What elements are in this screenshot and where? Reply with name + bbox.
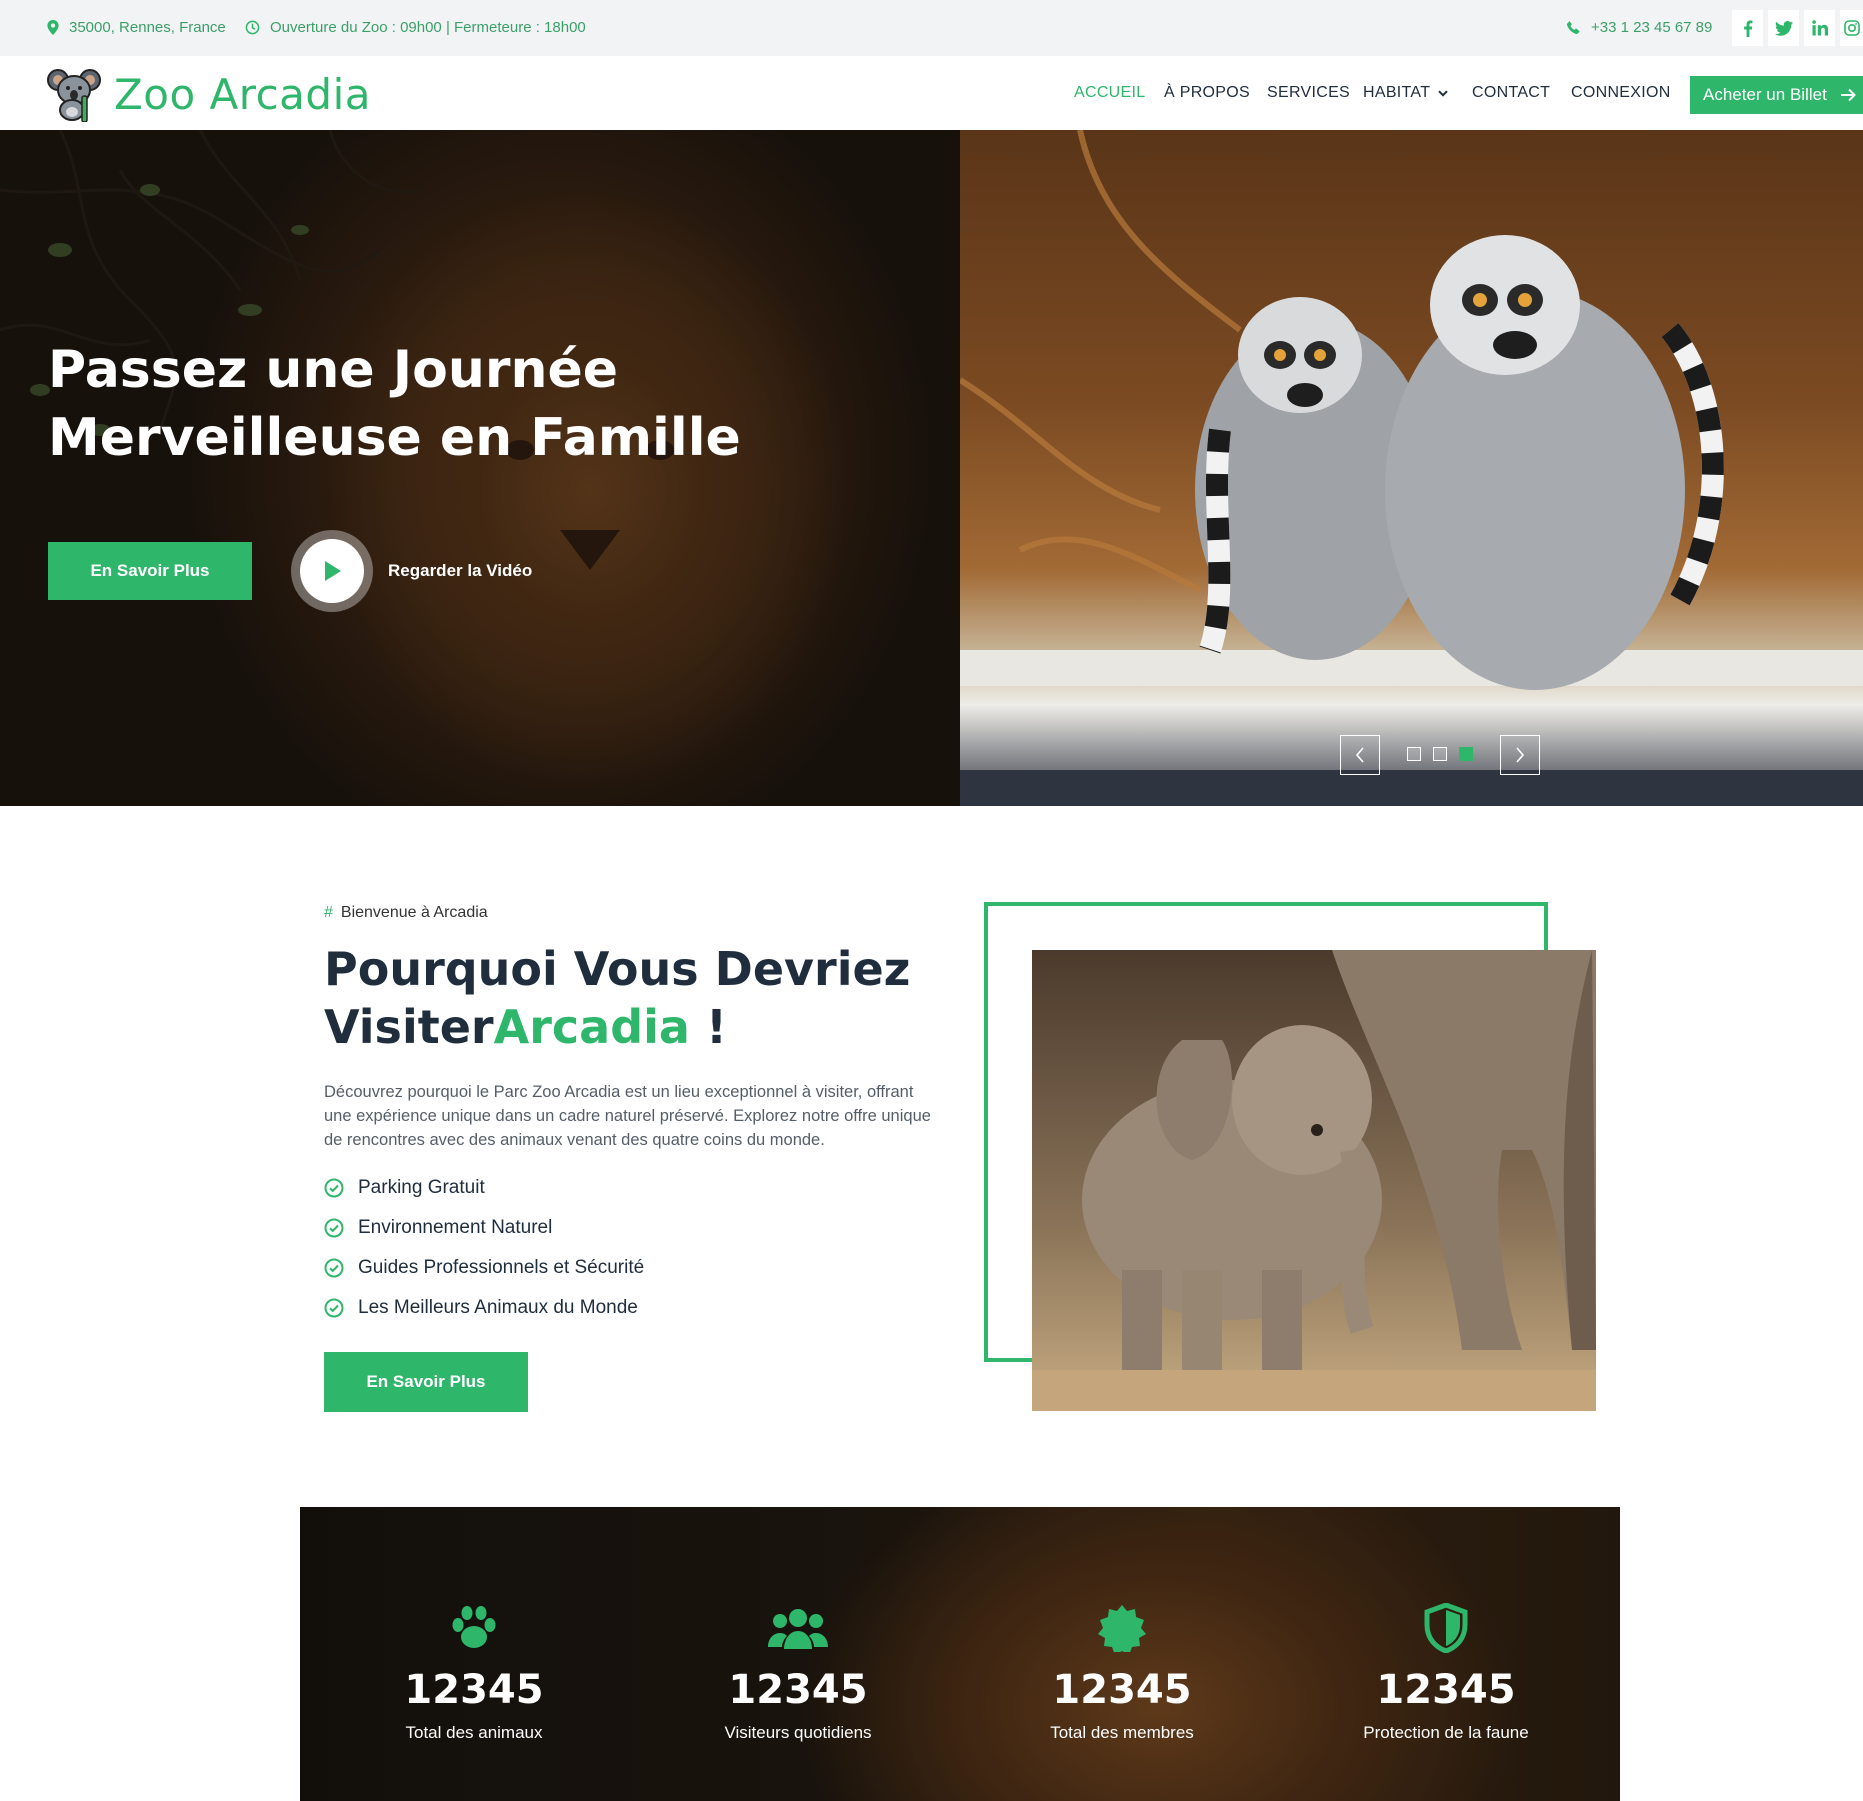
feature-item: Les Meilleurs Animaux du Monde	[324, 1297, 638, 1319]
stat-label: Total des membres	[1050, 1723, 1194, 1742]
stat-label: Total des animaux	[405, 1723, 543, 1742]
arrow-right-icon	[1840, 88, 1856, 102]
feature-item: Environnement Naturel	[324, 1217, 552, 1239]
twitter-icon	[1774, 20, 1793, 36]
nav-item-connexion[interactable]: CONNEXION	[1571, 84, 1671, 102]
stat-card: 12345 Total des membres	[972, 1603, 1272, 1743]
hero-learn-more-button[interactable]: En Savoir Plus	[48, 542, 252, 600]
stat-value: 12345	[1376, 1667, 1516, 1713]
hero-lemurs-image	[960, 130, 1863, 806]
paw-icon	[452, 1606, 496, 1648]
kicker-text: Bienvenue à Arcadia	[340, 904, 488, 921]
slider-dot-active[interactable]	[1459, 747, 1473, 761]
elephant-image	[1032, 950, 1596, 1411]
stat-label: Visiteurs quotidiens	[724, 1723, 872, 1742]
hero-lion-image: Passez une Journée Merveilleuse en Famil…	[0, 130, 960, 806]
phone-info[interactable]: +33 1 23 45 67 89	[1566, 19, 1712, 36]
linkedin-icon	[1811, 20, 1828, 36]
users-icon	[768, 1609, 828, 1649]
stat-card: 12345 Protection de la faune	[1296, 1603, 1596, 1743]
nav-item-contact[interactable]: CONTACT	[1472, 84, 1550, 102]
check-circle-icon	[324, 1258, 344, 1278]
stat-card: 12345 Total des animaux	[324, 1603, 624, 1743]
slider-dot[interactable]	[1433, 747, 1447, 761]
kicker-hash: #	[324, 904, 333, 921]
slider-prev-button[interactable]	[1340, 735, 1380, 775]
chevron-right-icon	[1516, 747, 1525, 763]
address-info: 35000, Rennes, France	[47, 19, 226, 36]
nav-item-habitat-label: HABITAT	[1363, 84, 1431, 101]
chevron-left-icon	[1355, 747, 1364, 763]
phone-icon	[1566, 21, 1580, 35]
certificate-icon	[1098, 1605, 1146, 1652]
stat-value: 12345	[404, 1667, 544, 1713]
section-kicker: # Bienvenue à Arcadia	[324, 904, 488, 922]
main-navbar: Zoo Arcadia ACCUEIL À PROPOS SERVICES HA…	[0, 56, 1863, 130]
feature-label: Les Meilleurs Animaux du Monde	[358, 1297, 638, 1318]
play-video-label[interactable]: Regarder la Vidéo	[388, 561, 532, 581]
buy-ticket-label: Acheter un Billet	[1703, 85, 1827, 104]
slider-next-button[interactable]	[1500, 735, 1540, 775]
about-title-accent: Arcadia	[493, 1000, 690, 1054]
about-description: Découvrez pourquoi le Parc Zoo Arcadia e…	[324, 1083, 931, 1149]
nav-item-habitat[interactable]: HABITAT	[1363, 84, 1449, 102]
nav-item-a-propos[interactable]: À PROPOS	[1164, 84, 1250, 102]
clock-icon	[245, 20, 260, 35]
about-title-end: !	[689, 1000, 727, 1054]
twitter-link[interactable]	[1768, 10, 1799, 46]
top-bar: 35000, Rennes, France Ouverture du Zoo :…	[0, 0, 1863, 56]
feature-item: Guides Professionnels et Sécurité	[324, 1257, 644, 1279]
feature-item: Parking Gratuit	[324, 1177, 485, 1199]
linkedin-link[interactable]	[1804, 10, 1835, 46]
shield-icon	[1424, 1603, 1468, 1653]
nav-item-services[interactable]: SERVICES	[1267, 84, 1350, 102]
instagram-link[interactable]	[1840, 10, 1863, 46]
about-title: Pourquoi Vous Devriez VisiterArcadia !	[324, 940, 944, 1056]
lemurs-illustration	[960, 130, 1863, 690]
feature-label: Environnement Naturel	[358, 1217, 553, 1238]
feature-label: Parking Gratuit	[358, 1177, 485, 1198]
slider-dot[interactable]	[1407, 747, 1421, 761]
facebook-link[interactable]	[1732, 10, 1763, 46]
address-text: 35000, Rennes, France	[69, 19, 226, 36]
stat-card: 12345 Visiteurs quotidiens	[648, 1603, 948, 1743]
hours-info: Ouverture du Zoo : 09h00 | Fermeteure : …	[245, 19, 586, 36]
play-video-button[interactable]	[291, 530, 373, 612]
map-marker-icon	[47, 20, 59, 35]
check-circle-icon	[324, 1298, 344, 1318]
hero-slider: Passez une Journée Merveilleuse en Famil…	[0, 130, 1863, 806]
stats-banner: 12345 Total des animaux 12345 Visiteurs …	[300, 1507, 1620, 1801]
hero-title: Passez une Journée Merveilleuse en Famil…	[48, 340, 741, 468]
stat-value: 12345	[728, 1667, 868, 1713]
check-circle-icon	[324, 1178, 344, 1198]
buy-ticket-button[interactable]: Acheter un Billet	[1690, 76, 1863, 114]
koala-logo-icon[interactable]	[46, 66, 102, 123]
chevron-down-icon	[1438, 89, 1449, 97]
check-circle-icon	[324, 1218, 344, 1238]
nav-item-accueil[interactable]: ACCUEIL	[1074, 84, 1145, 102]
feature-label: Guides Professionnels et Sécurité	[358, 1257, 645, 1278]
about-learn-more-button[interactable]: En Savoir Plus	[324, 1352, 528, 1412]
stat-label: Protection de la faune	[1363, 1723, 1529, 1742]
phone-text: +33 1 23 45 67 89	[1591, 19, 1713, 36]
elephants-illustration	[1032, 950, 1596, 1411]
play-icon	[325, 561, 341, 581]
brand-name[interactable]: Zoo Arcadia	[114, 70, 371, 119]
instagram-icon	[1844, 20, 1860, 36]
stat-value: 12345	[1052, 1667, 1192, 1713]
hours-text: Ouverture du Zoo : 09h00 | Fermeteure : …	[270, 19, 586, 36]
facebook-icon	[1743, 19, 1752, 37]
